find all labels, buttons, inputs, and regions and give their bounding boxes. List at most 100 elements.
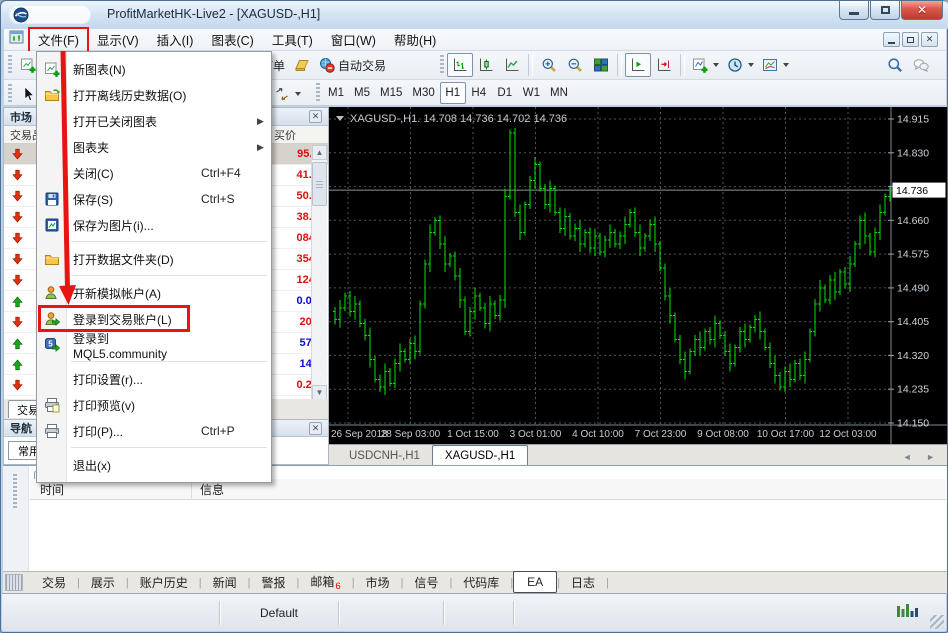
auto-trading-button[interactable]: 自动交易: [315, 53, 390, 77]
terminal-tab-journal[interactable]: 日志: [560, 572, 606, 593]
terminal-tab-exposure[interactable]: 展示: [80, 572, 126, 593]
toolbar-grip[interactable]: [316, 83, 320, 103]
file-menu-item-login-to-trade-account[interactable]: 登录到交易账户(L): [37, 306, 271, 332]
toolbar-grip[interactable]: [8, 84, 12, 104]
status-cell-profile[interactable]: Default: [220, 601, 339, 625]
terminal-tab-market[interactable]: 市场: [355, 572, 401, 593]
file-menu-item-print-preview[interactable]: 打印预览(v): [37, 392, 271, 418]
terminal-tab-alerts[interactable]: 警报: [251, 572, 297, 593]
chart-tab-xagusdh1[interactable]: XAGUSD-,H1: [432, 445, 528, 465]
candlestick-chart-button[interactable]: [473, 53, 499, 77]
menu-file[interactable]: 文件(F): [29, 28, 88, 52]
file-menu-item-open-offline-history[interactable]: 打开离线历史数据(O): [37, 82, 271, 108]
menu-charts[interactable]: 图表(C): [202, 28, 262, 52]
menu-insert[interactable]: 插入(I): [148, 28, 203, 52]
file-menu-item-print[interactable]: 打印(P)...Ctrl+P: [37, 418, 271, 444]
terminal-tab-mailbox[interactable]: 邮箱6: [299, 571, 351, 594]
market-watch-scrollbar[interactable]: ▲ ▼: [311, 145, 327, 400]
mdi-restore-button[interactable]: [902, 32, 919, 47]
timeframe-mn[interactable]: MN: [545, 82, 573, 104]
scrollbar-thumb[interactable]: [312, 162, 327, 206]
toolbar-separator: [528, 54, 533, 76]
auto-scroll-button[interactable]: [651, 53, 677, 77]
periods-button[interactable]: [723, 53, 758, 77]
file-menu-item-open-closed-chart[interactable]: 打开已关闭图表▶: [37, 108, 271, 134]
svg-text:10 Oct 17:00: 10 Oct 17:00: [757, 429, 815, 440]
timeframe-m15[interactable]: M15: [375, 82, 407, 104]
search-button[interactable]: [882, 53, 908, 77]
scroll-down-icon[interactable]: ▼: [312, 385, 327, 400]
close-button[interactable]: ✕: [901, 1, 943, 20]
menu-item-label: 开新模拟帐户(A): [67, 285, 201, 302]
chart-tab-usdcnhh1[interactable]: USDCNH-,H1: [337, 447, 432, 465]
terminal-tab-trade[interactable]: 交易: [31, 572, 77, 593]
scroll-up-icon[interactable]: ▲: [312, 145, 327, 160]
menu-view[interactable]: 显示(V): [88, 28, 148, 52]
file-menu-item-close[interactable]: 关闭(C)Ctrl+F4: [37, 160, 271, 186]
restore-button[interactable]: [870, 1, 900, 20]
chart-shift-button[interactable]: [625, 53, 651, 77]
trend-down-icon: [4, 169, 30, 182]
bar-chart-button[interactable]: [447, 53, 473, 77]
toolbar-grip[interactable]: [440, 55, 444, 75]
status-bar: Default: [2, 593, 946, 631]
bid-column-header[interactable]: 买价: [270, 127, 296, 143]
history-center-button[interactable]: [289, 53, 315, 77]
time-column-header[interactable]: 时间: [30, 481, 192, 498]
dropdown-caret-icon[interactable]: [295, 92, 301, 96]
file-menu-item-save-as-picture[interactable]: 保存为图片(i)...: [37, 212, 271, 238]
resize-grip[interactable]: [930, 615, 944, 629]
market-watch-close-icon[interactable]: ✕: [309, 110, 322, 123]
file-menu-item-profiles[interactable]: 图表夹▶: [37, 134, 271, 160]
timeframe-d1[interactable]: D1: [492, 82, 518, 104]
crosshair-tool-button[interactable]: [270, 82, 305, 106]
chart-tab-scroll-icons[interactable]: ◄ ►: [903, 452, 947, 462]
zoom-out-button[interactable]: [562, 53, 588, 77]
terminal-dock-strip[interactable]: [3, 466, 29, 572]
dropdown-caret-icon[interactable]: [748, 63, 754, 67]
arrow-down-icon: [11, 316, 24, 329]
trend-down-icon: [4, 379, 30, 392]
menu-tools[interactable]: 工具(T): [263, 28, 322, 52]
file-menu-item-login-to-mql5[interactable]: 5登录到MQL5.community: [37, 332, 271, 358]
dropdown-caret-icon[interactable]: [713, 63, 719, 67]
terminal-tab-code-base[interactable]: 代码库: [452, 572, 510, 593]
message-column-header[interactable]: 信息: [192, 481, 224, 498]
timeframe-m1[interactable]: M1: [323, 82, 349, 104]
menu-bar: 文件(F)显示(V)插入(I)图表(C)工具(T)窗口(W)帮助(H) ✕: [4, 29, 946, 51]
indicators-button[interactable]: [688, 53, 723, 77]
file-menu-item-exit[interactable]: 退出(x): [37, 452, 271, 478]
terminal-tab-signals[interactable]: 信号: [403, 572, 449, 593]
timeframe-h1[interactable]: H1: [440, 82, 466, 104]
mdi-close-button[interactable]: ✕: [921, 32, 938, 47]
menu-help[interactable]: 帮助(H): [385, 28, 445, 52]
timeframe-m30[interactable]: M30: [407, 82, 439, 104]
templates-button[interactable]: [758, 53, 793, 77]
submenu-arrow-icon: ▶: [257, 116, 271, 127]
tile-windows-button[interactable]: [588, 53, 614, 77]
zoom-in-button[interactable]: [536, 53, 562, 77]
terminal-tab-account-history[interactable]: 账户历史: [129, 572, 199, 593]
save-picture-icon: [44, 217, 60, 233]
terminal-tab-news[interactable]: 新闻: [202, 572, 248, 593]
terminal-tab-ea[interactable]: EA: [513, 571, 557, 593]
history-book-icon: [294, 57, 310, 73]
file-menu-item-new-chart[interactable]: 新图表(N): [37, 56, 271, 82]
timeframe-m5[interactable]: M5: [349, 82, 375, 104]
restore-icon: [881, 6, 890, 14]
file-menu-item-save[interactable]: 保存(S)Ctrl+S: [37, 186, 271, 212]
toolbar-grip[interactable]: [8, 55, 12, 75]
file-menu-item-open-data-folder[interactable]: 打开数据文件夹(D): [37, 246, 271, 272]
timeframe-h4[interactable]: H4: [466, 82, 492, 104]
timeframe-w1[interactable]: W1: [518, 82, 545, 104]
file-menu-item-open-demo-account[interactable]: 开新模拟帐户(A): [37, 280, 271, 306]
minimize-button[interactable]: [839, 1, 869, 20]
dropdown-caret-icon[interactable]: [783, 63, 789, 67]
community-chat-button[interactable]: [908, 53, 934, 77]
menu-window[interactable]: 窗口(W): [322, 28, 385, 52]
line-chart-button[interactable]: [499, 53, 525, 77]
navigator-close-icon[interactable]: ✕: [309, 422, 322, 435]
file-menu-item-print-setup[interactable]: 打印设置(r)...: [37, 366, 271, 392]
mdi-minimize-button[interactable]: [883, 32, 900, 47]
price-chart[interactable]: 14.91514.83014.74514.66014.57514.49014.4…: [329, 107, 947, 444]
